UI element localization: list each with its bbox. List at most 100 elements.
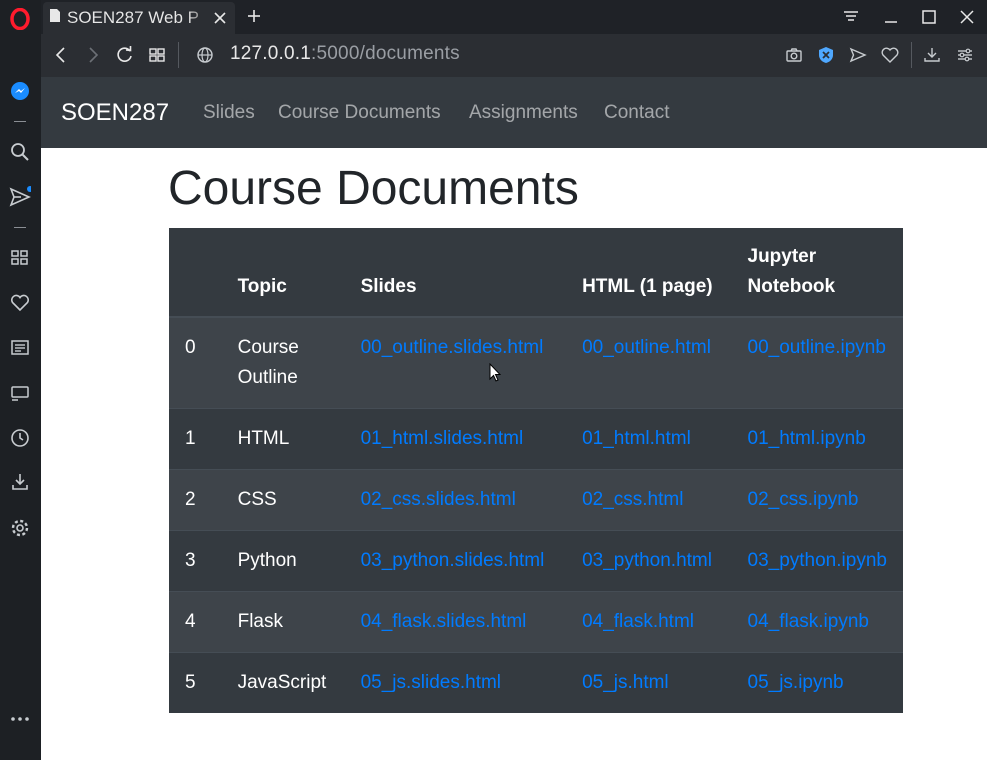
table-row: 1 HTML 01_html.slides.html 01_html.html … [169,408,903,470]
heart-icon[interactable] [8,291,32,315]
col-header-topic: Topic [221,228,345,318]
downloads-icon[interactable] [921,44,943,66]
bookmark-heart-icon[interactable] [879,44,901,66]
table-row: 2 CSS 02_css.slides.html 02_css.html 02_… [169,469,903,531]
speed-dial-icon[interactable] [8,246,32,270]
send-icon[interactable] [8,185,32,209]
html-link[interactable]: 00_outline.html [582,337,711,358]
back-icon[interactable] [50,44,72,66]
row-slides-cell: 02_css.slides.html [344,469,567,531]
notebook-link[interactable]: 01_html.ipynb [748,428,866,449]
search-icon[interactable] [8,140,32,164]
news-icon[interactable] [8,336,32,360]
sidebar-divider [14,121,26,122]
web-page: SOEN287 Slides Course Documents Assignme… [41,77,987,760]
row-slides-cell: 04_flask.slides.html [344,591,567,653]
documents-table: Topic Slides HTML (1 page) Jupyter Noteb… [169,228,903,713]
tab-menu-icon[interactable] [840,6,862,28]
row-html-cell: 04_flask.html [566,591,732,653]
nav-link-course-documents[interactable]: Course Documents [278,102,441,124]
col-header-notebook: Jupyter Notebook [731,228,903,318]
col-header-html: HTML (1 page) [566,228,732,318]
browser-window: SOEN287 Web P 127.0.0.1:5000/documents S… [0,0,987,760]
row-topic: HTML [221,408,345,470]
tab-title: SOEN287 Web P [67,8,199,27]
notebook-link[interactable]: 03_python.ipynb [748,550,887,571]
row-notebook-cell: 02_css.ipynb [731,469,903,531]
sidebar-divider [14,227,26,228]
toolbar-divider [178,42,179,68]
notebook-link[interactable]: 05_js.ipynb [748,672,844,693]
row-notebook-cell: 04_flask.ipynb [731,591,903,653]
send-page-icon[interactable] [847,44,869,66]
close-tab-icon[interactable] [211,9,229,27]
html-link[interactable]: 03_python.html [582,550,712,571]
new-tab-icon[interactable] [244,6,264,26]
table-row: 0 Course Outline 00_outline.slides.html … [169,316,903,409]
tabs-grid-icon[interactable] [146,44,168,66]
row-topic: Flask [221,591,345,653]
notebook-link[interactable]: 00_outline.ipynb [748,337,886,358]
easy-setup-icon[interactable] [954,44,976,66]
toolbar-divider [911,42,912,68]
row-topic: JavaScript [221,652,345,713]
reload-icon[interactable] [114,44,136,66]
html-link[interactable]: 01_html.html [582,428,691,449]
maximize-icon[interactable] [918,6,940,28]
row-notebook-cell: 00_outline.ipynb [731,316,903,409]
navbar-brand[interactable]: SOEN287 [61,99,169,127]
forward-icon[interactable] [82,44,104,66]
slides-link[interactable]: 04_flask.slides.html [361,611,527,632]
html-link[interactable]: 04_flask.html [582,611,694,632]
camera-icon[interactable] [783,44,805,66]
minimize-icon[interactable] [880,6,902,28]
site-navbar: SOEN287 Slides Course Documents Assignme… [41,77,987,148]
url-host: 127.0.0.1 [230,43,312,64]
more-icon[interactable] [8,707,32,731]
opera-logo-icon[interactable] [8,7,32,31]
nav-link-slides[interactable]: Slides [203,102,255,124]
url-path: :5000/documents [311,43,460,64]
history-icon[interactable] [8,426,32,450]
row-index: 2 [169,469,222,531]
url-field[interactable]: 127.0.0.1:5000/documents [230,43,460,65]
settings-icon[interactable] [8,516,32,540]
row-html-cell: 05_js.html [566,652,732,713]
adblock-shield-icon[interactable] [815,44,837,66]
table-header-row: Topic Slides HTML (1 page) Jupyter Noteb… [169,228,903,318]
col-header-index [169,228,222,318]
close-window-icon[interactable] [956,6,978,28]
table-row: 3 Python 03_python.slides.html 03_python… [169,530,903,592]
address-bar: 127.0.0.1:5000/documents [41,34,987,77]
slides-link[interactable]: 01_html.slides.html [361,428,524,449]
row-slides-cell: 00_outline.slides.html [344,316,567,409]
notebook-link[interactable]: 02_css.ipynb [748,489,859,510]
browser-sidebar [0,0,41,760]
nav-link-assignments[interactable]: Assignments [469,102,578,124]
row-slides-cell: 05_js.slides.html [344,652,567,713]
globe-icon[interactable] [194,44,216,66]
row-html-cell: 02_css.html [566,469,732,531]
page-icon [49,8,61,28]
row-notebook-cell: 05_js.ipynb [731,652,903,713]
nav-link-contact[interactable]: Contact [604,102,669,124]
table-row: 4 Flask 04_flask.slides.html 04_flask.ht… [169,591,903,653]
messenger-icon[interactable] [8,79,32,103]
slides-link[interactable]: 05_js.slides.html [361,672,501,693]
html-link[interactable]: 02_css.html [582,489,683,510]
download-icon[interactable] [8,470,32,494]
tab-bar: SOEN287 Web P [41,0,987,34]
player-icon[interactable] [8,381,32,405]
row-index: 5 [169,652,222,713]
slides-link[interactable]: 00_outline.slides.html [361,337,544,358]
slides-link[interactable]: 03_python.slides.html [361,550,545,571]
active-tab[interactable]: SOEN287 Web P [43,2,235,34]
row-topic: Course Outline [221,316,345,409]
html-link[interactable]: 05_js.html [582,672,669,693]
page-title: Course Documents [168,162,579,215]
mouse-cursor-icon [489,362,502,383]
table-row: 5 JavaScript 05_js.slides.html 05_js.htm… [169,652,903,713]
row-topic: Python [221,530,345,592]
slides-link[interactable]: 02_css.slides.html [361,489,516,510]
notebook-link[interactable]: 04_flask.ipynb [748,611,869,632]
